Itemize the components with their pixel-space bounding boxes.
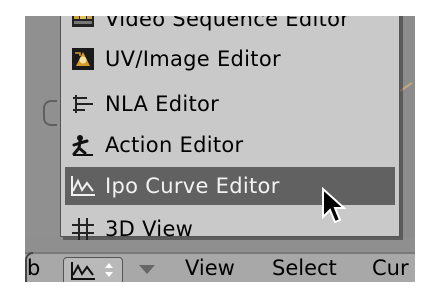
ipo-curve-icon (69, 172, 97, 200)
menu-item-video-sequence-editor[interactable]: Video Sequence Editor (65, 16, 395, 38)
collapse-triangle-icon[interactable] (139, 265, 155, 274)
editor-type-menu: Video Sequence Editor UV/Image Editor NL… (60, 16, 400, 241)
updown-arrows-icon (104, 262, 114, 280)
curve-menu[interactable]: Cur (372, 256, 409, 280)
view-menu[interactable]: View (185, 256, 235, 280)
menu-item-uv-image-editor[interactable]: UV/Image Editor (65, 40, 395, 78)
menu-item-label: NLA Editor (105, 92, 220, 116)
nla-icon (69, 90, 97, 118)
menu-item-label: Action Editor (105, 133, 244, 157)
editor-type-selector[interactable] (63, 257, 123, 282)
menu-item-label: 3D View (105, 217, 194, 241)
3d-view-icon (69, 215, 97, 243)
menu-item-nla-editor[interactable]: NLA Editor (65, 85, 395, 123)
menu-item-label: Video Sequence Editor (105, 16, 350, 31)
header-left-text: b (27, 256, 41, 280)
curve-fragment (399, 82, 413, 92)
mouse-cursor-icon (322, 187, 347, 224)
menu-item-label: Ipo Curve Editor (105, 174, 280, 198)
menu-item-label: UV/Image Editor (105, 47, 281, 71)
select-menu[interactable]: Select (272, 256, 337, 280)
action-icon (69, 131, 97, 159)
blender-window: Video Sequence Editor UV/Image Editor NL… (25, 16, 415, 282)
ipo-curve-icon (68, 260, 98, 282)
uv-image-icon (69, 45, 97, 73)
window-edge-mark (43, 100, 57, 126)
video-sequence-icon (69, 16, 97, 33)
menu-item-action-editor[interactable]: Action Editor (65, 126, 395, 164)
editor-header: b View Select Cur (25, 252, 415, 282)
